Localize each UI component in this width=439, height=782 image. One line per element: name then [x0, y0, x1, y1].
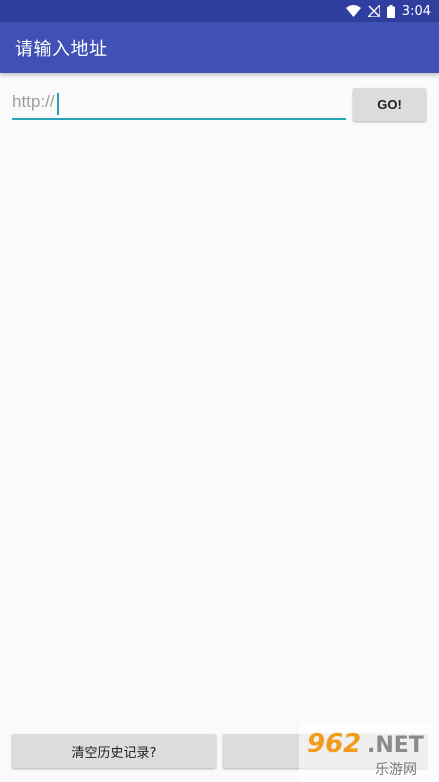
go-button-label: GO! — [377, 97, 402, 112]
status-time: 3:04 — [401, 3, 431, 19]
url-input[interactable] — [12, 90, 346, 120]
status-bar: 3:04 — [0, 0, 439, 22]
svg-text:乐游网: 乐游网 — [375, 762, 417, 778]
clear-history-button[interactable]: 清空历史记录? — [12, 734, 216, 768]
go-button[interactable]: GO! — [353, 88, 426, 121]
svg-text:962: 962 — [307, 729, 361, 759]
no-signal-icon — [367, 5, 380, 17]
svg-text:.NET: .NET — [367, 733, 424, 758]
battery-icon — [386, 4, 395, 18]
clear-history-label: 清空历史记录? — [71, 745, 157, 761]
page-title: 请输入地址 — [15, 38, 108, 60]
watermark-logo: 962 .NET 乐游网 — [299, 722, 439, 782]
app-bar: 请输入地址 — [0, 22, 439, 73]
text-caret — [57, 93, 59, 115]
wifi-icon — [345, 5, 361, 17]
